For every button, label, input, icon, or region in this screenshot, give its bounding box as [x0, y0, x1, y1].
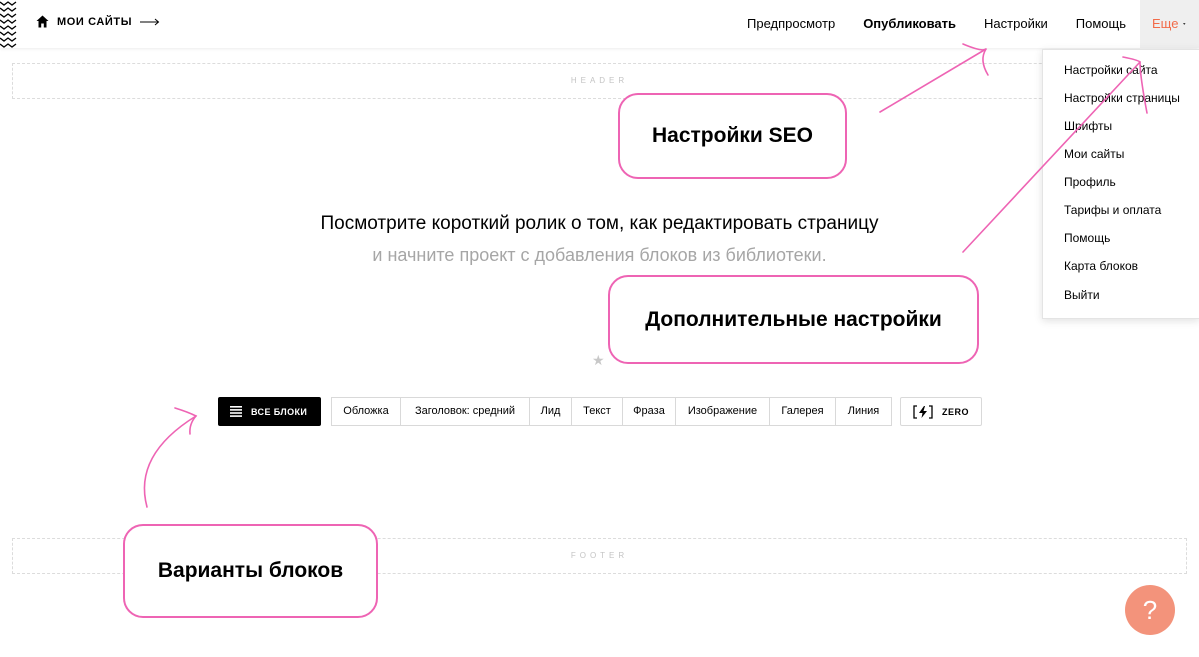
nav-more[interactable]: Еще — [1140, 0, 1199, 48]
top-bar: МОИ САЙТЫ Предпросмотр Опубликовать Наст… — [0, 0, 1199, 48]
caret-down-icon — [1183, 23, 1186, 25]
category-lead[interactable]: Лид — [530, 397, 572, 426]
category-gallery[interactable]: Галерея — [770, 397, 836, 426]
zero-block-icon — [913, 404, 933, 419]
nav-help[interactable]: Помощь — [1062, 0, 1140, 48]
help-floating-button[interactable]: ? — [1125, 585, 1175, 635]
my-sites-link[interactable]: МОИ САЙТЫ — [36, 15, 160, 28]
menu-page-settings[interactable]: Настройки страницы — [1064, 91, 1180, 105]
category-quote[interactable]: Фраза — [623, 397, 676, 426]
list-icon — [230, 406, 242, 417]
header-placeholder[interactable]: HEADER — [12, 63, 1187, 99]
header-placeholder-label: HEADER — [570, 76, 629, 85]
nav-more-label: Еще — [1152, 16, 1179, 31]
menu-help[interactable]: Помощь — [1064, 231, 1110, 245]
category-image[interactable]: Изображение — [676, 397, 770, 426]
block-categories: Обложка Заголовок: средний Лид Текст Фра… — [331, 397, 892, 426]
menu-profile[interactable]: Профиль — [1064, 175, 1116, 189]
top-nav: Предпросмотр Опубликовать Настройки Помо… — [733, 0, 1199, 48]
menu-logout[interactable]: Выйти — [1064, 288, 1100, 302]
menu-my-sites[interactable]: Мои сайты — [1064, 147, 1124, 161]
menu-plans-billing[interactable]: Тарифы и оплата — [1064, 203, 1161, 217]
callout-block-variants: Варианты блоков — [123, 524, 378, 618]
star-icon: ★ — [592, 352, 605, 368]
home-icon — [36, 15, 49, 28]
page-subtitle: и начните проект с добавления блоков из … — [372, 245, 827, 265]
zero-block-label: ZERO — [942, 406, 970, 417]
category-cover[interactable]: Обложка — [331, 397, 401, 426]
nav-publish[interactable]: Опубликовать — [849, 0, 970, 48]
long-arrow-right-icon — [140, 18, 160, 25]
category-heading-medium[interactable]: Заголовок: средний — [401, 397, 530, 426]
category-line[interactable]: Линия — [836, 397, 892, 426]
callout-extra-settings: Дополнительные настройки — [608, 275, 979, 364]
more-dropdown-menu: Настройки сайта Настройки страницы Шрифт… — [1042, 49, 1199, 319]
nav-settings[interactable]: Настройки — [970, 0, 1062, 48]
all-blocks-label: ВСЕ БЛОКИ — [251, 406, 308, 417]
nav-preview[interactable]: Предпросмотр — [733, 0, 849, 48]
zero-block-button[interactable]: ZERO — [900, 397, 982, 426]
category-text[interactable]: Текст — [572, 397, 623, 426]
callout-seo-settings: Настройки SEO — [618, 93, 847, 179]
zigzag-logo-icon — [0, 1, 17, 48]
all-blocks-button[interactable]: ВСЕ БЛОКИ — [218, 397, 321, 426]
menu-site-settings[interactable]: Настройки сайта — [1064, 63, 1158, 77]
menu-blocks-map[interactable]: Карта блоков — [1064, 259, 1138, 273]
menu-fonts[interactable]: Шрифты — [1064, 119, 1112, 133]
page-title: Посмотрите короткий ролик о том, как ред… — [320, 213, 879, 234]
my-sites-label: МОИ САЙТЫ — [57, 15, 133, 28]
